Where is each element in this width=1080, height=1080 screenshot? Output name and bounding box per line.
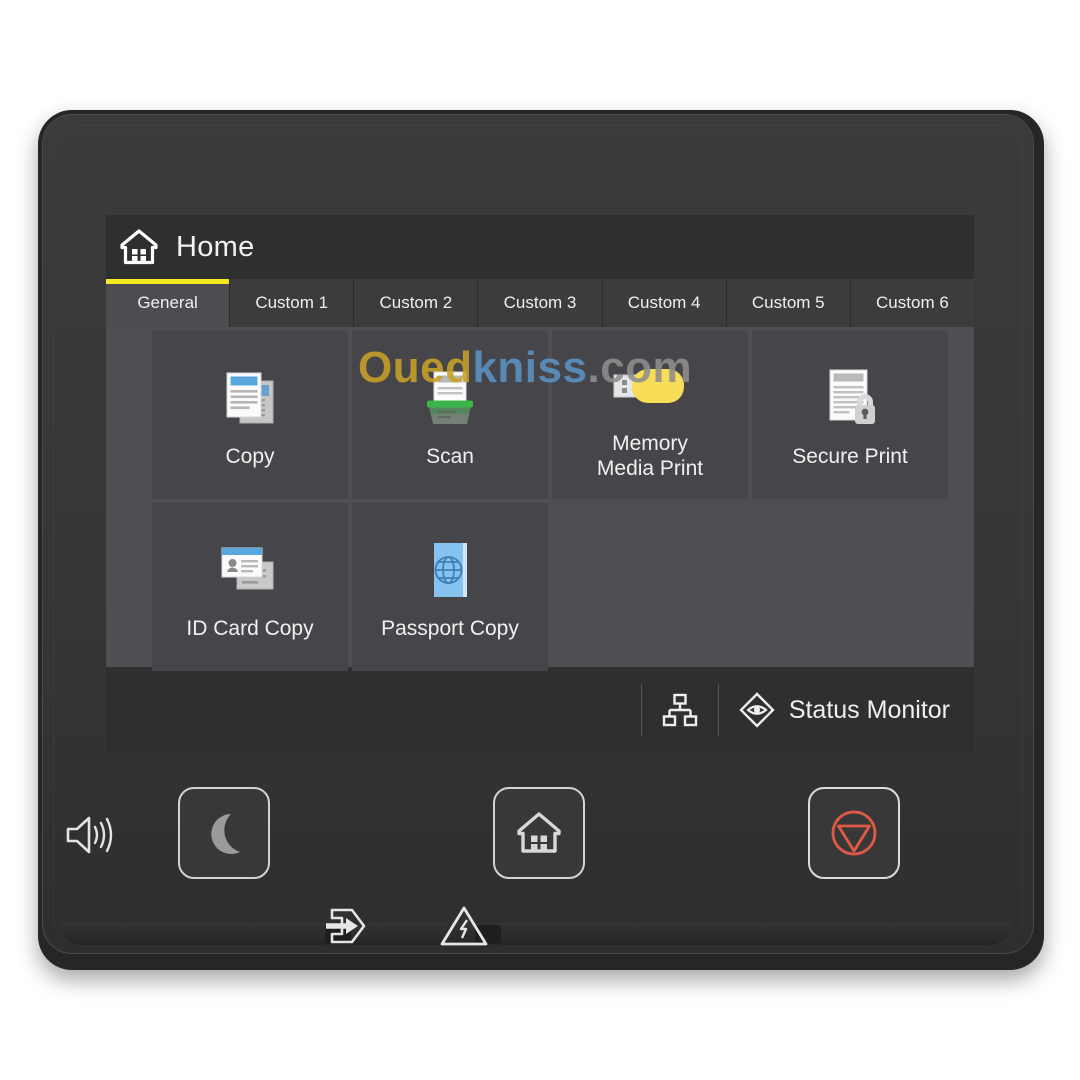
error-indicator (438, 902, 490, 950)
home-button[interactable] (493, 787, 585, 879)
tab-general[interactable]: General (106, 279, 231, 327)
tab-custom-3[interactable]: Custom 3 (478, 279, 603, 327)
app-tile-id-card-copy[interactable]: ID Card Copy (152, 503, 348, 671)
scanner-icon (413, 362, 487, 436)
status-monitor-label: Status Monitor (788, 695, 950, 724)
tab-label: Custom 3 (503, 293, 577, 312)
stop-triangle-icon (826, 805, 882, 861)
app-tile-memory-media-print[interactable]: Memory Media Print (552, 331, 748, 499)
app-label: Copy (225, 444, 275, 468)
printer-control-panel: Home General Custom 1 Custom 2 Custom 3 … (38, 110, 1044, 970)
tab-custom-6[interactable]: Custom 6 (850, 279, 974, 327)
data-in-indicator (318, 900, 374, 952)
page-title: Home (176, 230, 255, 263)
status-monitor-eye-icon (737, 690, 777, 730)
stop-button[interactable] (808, 787, 900, 879)
crescent-moon-icon (198, 807, 250, 859)
document-lock-icon (813, 362, 887, 436)
tab-custom-2[interactable]: Custom 2 (354, 279, 479, 327)
copy-documents-icon (213, 362, 287, 436)
tab-custom-5[interactable]: Custom 5 (726, 279, 851, 327)
app-grid-area: Copy Scan Memory Media Print Secure Prin… (106, 327, 974, 671)
tab-label: General (137, 293, 198, 312)
app-tile-passport-copy[interactable]: Passport Copy (352, 503, 548, 671)
app-label: Secure Print (792, 444, 908, 468)
tab-label: Custom 5 (751, 293, 825, 312)
indicator-lamp-row (38, 900, 1044, 960)
touchscreen-display[interactable]: Home General Custom 1 Custom 2 Custom 3 … (106, 215, 974, 753)
status-monitor-button[interactable]: Status Monitor (721, 690, 966, 730)
app-tile-secure-print[interactable]: Secure Print (752, 331, 948, 499)
app-label: Scan (426, 444, 474, 468)
app-tile-copy[interactable]: Copy (152, 331, 348, 499)
status-divider-right (717, 684, 719, 736)
usb-flash-drive-icon (602, 349, 698, 423)
tab-label: Custom 1 (255, 293, 329, 312)
tab-label: Custom 2 (379, 293, 453, 312)
app-label: Memory Media Print (596, 432, 704, 480)
screen-header: Home (106, 215, 974, 279)
hardware-key-row (38, 775, 1044, 905)
tab-strip: General Custom 1 Custom 2 Custom 3 Custo… (106, 279, 974, 327)
tab-label: Custom 4 (627, 293, 701, 312)
home-icon (512, 806, 566, 860)
speaker-volume-icon (60, 809, 122, 861)
app-grid: Copy Scan Memory Media Print Secure Prin… (152, 331, 974, 671)
tab-label: Custom 6 (876, 293, 949, 312)
id-card-icon (210, 534, 290, 608)
tab-custom-1[interactable]: Custom 1 (230, 279, 355, 327)
home-icon (116, 224, 162, 270)
status-divider-left (640, 684, 642, 736)
network-lan-icon (660, 690, 700, 730)
energy-saver-button[interactable] (178, 787, 270, 879)
app-label: Passport Copy (381, 616, 519, 640)
network-status-button[interactable] (644, 690, 716, 730)
app-tile-scan[interactable]: Scan (352, 331, 548, 499)
app-label: ID Card Copy (186, 616, 314, 640)
status-bar: Status Monitor (106, 667, 974, 753)
tab-custom-4[interactable]: Custom 4 (602, 279, 727, 327)
passport-globe-icon (413, 534, 487, 608)
